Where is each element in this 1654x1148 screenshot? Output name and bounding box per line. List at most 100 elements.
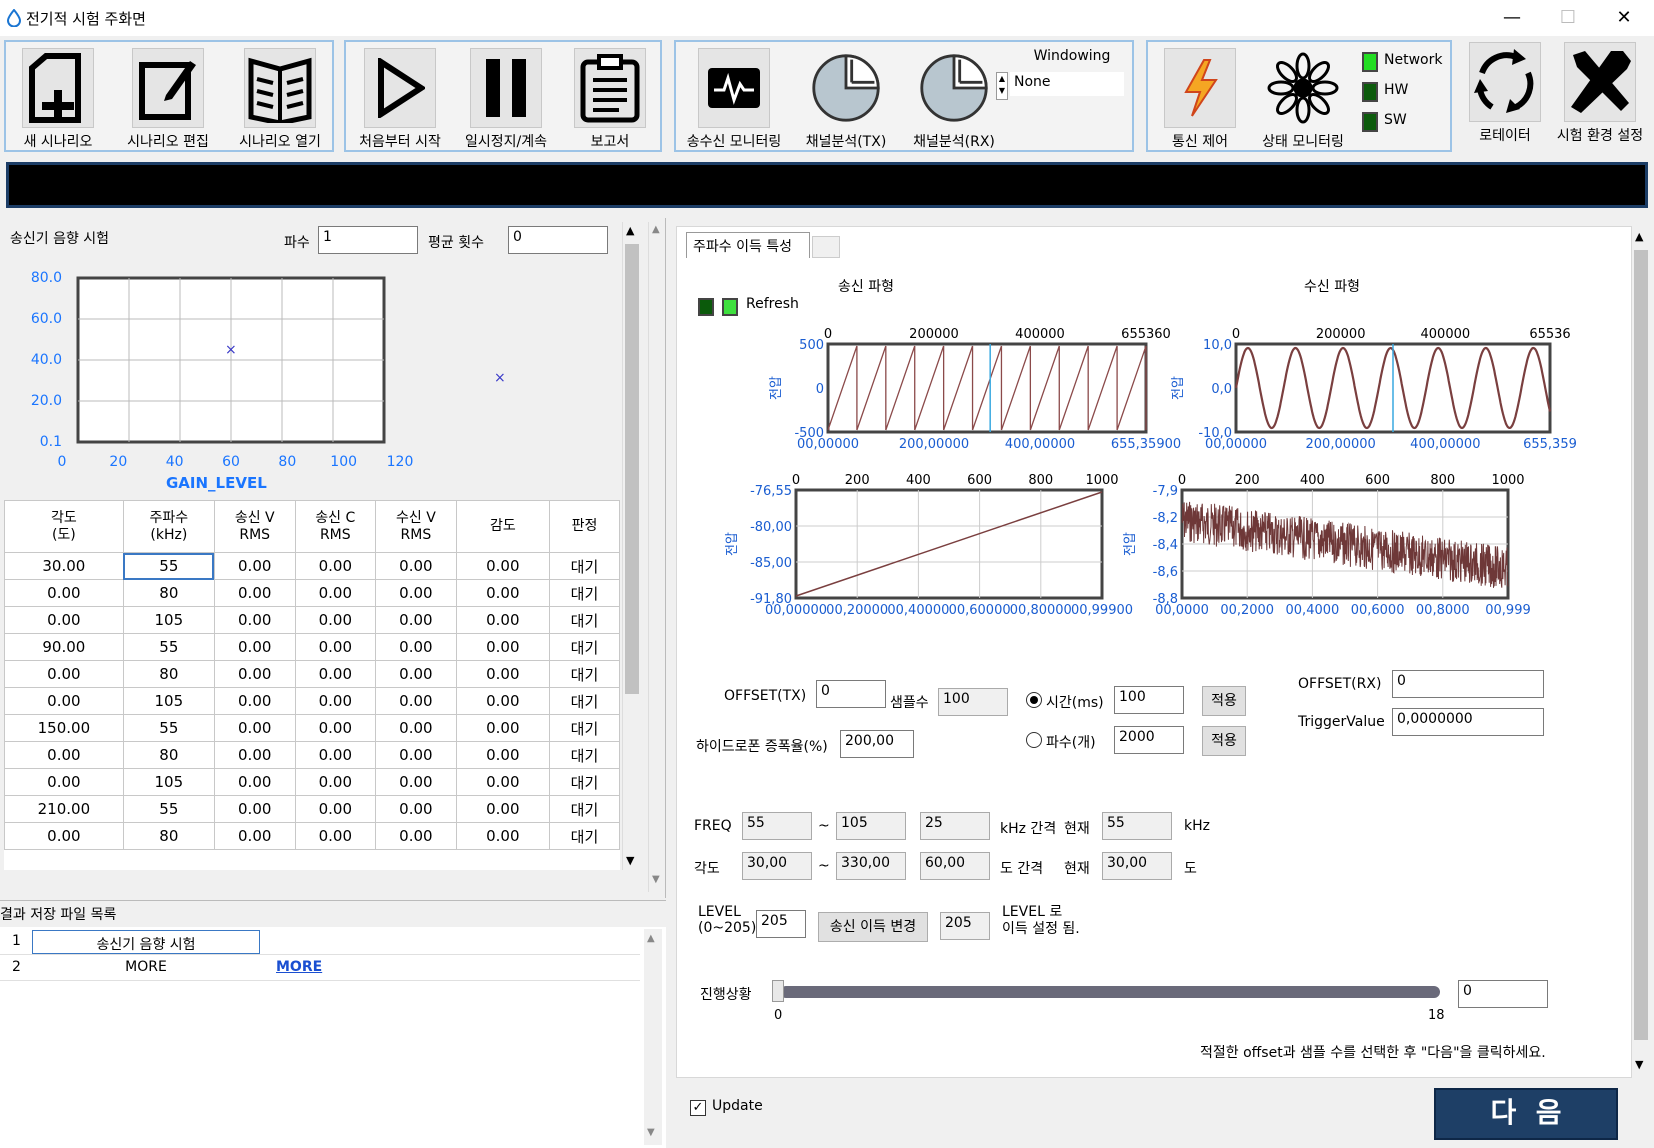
column-header[interactable]: 각도 (도): [4, 500, 124, 553]
tab-spare[interactable]: [812, 236, 840, 258]
table-cell[interactable]: 0.00: [4, 822, 124, 850]
table-cell[interactable]: 0.00: [294, 768, 377, 796]
table-cell[interactable]: 0.00: [375, 660, 457, 688]
table-cell[interactable]: 대기: [548, 822, 620, 850]
table-cell[interactable]: 대기: [548, 660, 620, 688]
table-cell[interactable]: 대기: [548, 741, 620, 769]
table-row[interactable]: 0.00 80 0.00 0.00 0.00 0.00 대기: [4, 741, 620, 769]
minimize-button[interactable]: —: [1492, 4, 1532, 32]
env-setup-button[interactable]: 시험 환경 설정: [1548, 42, 1652, 144]
channel-tx-button[interactable]: 채널분석(TX): [794, 48, 898, 150]
table-row[interactable]: 90.00 55 0.00 0.00 0.00 0.00 대기: [4, 633, 620, 661]
table-cell[interactable]: 105: [122, 606, 215, 634]
file-name[interactable]: 송신기 음향 시험: [32, 930, 260, 954]
scroll-up-icon[interactable]: ▲: [626, 224, 634, 237]
next-button[interactable]: 다 음: [1434, 1088, 1618, 1140]
start-button[interactable]: 처음부터 시작: [350, 48, 450, 150]
table-cell[interactable]: 0.00: [4, 687, 124, 715]
table-row[interactable]: 0.00 105 0.00 0.00 0.00 0.00 대기: [4, 687, 620, 715]
table-cell[interactable]: 0.00: [375, 741, 457, 769]
table-cell[interactable]: 0.00: [455, 687, 550, 715]
freq-to-input[interactable]: 105: [836, 812, 906, 840]
new-scenario-button[interactable]: 새 시나리오: [10, 48, 106, 150]
table-cell[interactable]: 0.00: [213, 741, 296, 769]
table-cell[interactable]: 0.00: [213, 714, 296, 742]
table-cell[interactable]: 80: [122, 579, 215, 607]
table-cell[interactable]: 0.00: [4, 768, 124, 796]
table-cell[interactable]: 0.00: [455, 579, 550, 607]
column-header[interactable]: 판정: [548, 500, 620, 553]
table-cell[interactable]: 0.00: [4, 606, 124, 634]
table-cell[interactable]: 대기: [548, 795, 620, 823]
freq-current-input[interactable]: 55: [1102, 812, 1172, 840]
column-header[interactable]: 송신 C RMS: [294, 500, 377, 553]
column-header[interactable]: 감도: [455, 500, 550, 553]
table-cell[interactable]: 대기: [548, 552, 620, 580]
table-cell[interactable]: 0.00: [455, 660, 550, 688]
table-cell[interactable]: 105: [122, 768, 215, 796]
table-row[interactable]: 0.00 105 0.00 0.00 0.00 0.00 대기: [4, 768, 620, 796]
tab-frequency-gain[interactable]: 주파수 이득 특성: [686, 232, 810, 258]
close-button[interactable]: ✕: [1604, 4, 1644, 32]
angle-step-input[interactable]: 60,00: [920, 852, 990, 880]
update-checkbox[interactable]: ✓: [690, 1100, 706, 1116]
table-cell[interactable]: 55: [122, 714, 215, 742]
offset-tx-input[interactable]: 0: [816, 680, 886, 708]
left-scrollbar[interactable]: ▲ ▼: [622, 222, 640, 870]
table-cell[interactable]: 0.00: [375, 606, 457, 634]
count-radio[interactable]: [1026, 732, 1042, 748]
table-row[interactable]: 150.00 55 0.00 0.00 0.00 0.00 대기: [4, 714, 620, 742]
table-cell[interactable]: 0.00: [294, 552, 377, 580]
table-cell[interactable]: 0.00: [455, 822, 550, 850]
table-cell[interactable]: 80: [122, 822, 215, 850]
table-cell[interactable]: 0.00: [213, 687, 296, 715]
angle-current-input[interactable]: 30,00: [1102, 852, 1172, 880]
time-radio[interactable]: [1026, 692, 1042, 708]
count-input[interactable]: 2000: [1114, 726, 1184, 754]
progress-slider-thumb[interactable]: [772, 980, 784, 1002]
table-cell[interactable]: 80: [122, 741, 215, 769]
table-cell[interactable]: 0.00: [213, 606, 296, 634]
freq-from-input[interactable]: 55: [742, 812, 812, 840]
file-list-scrollbar[interactable]: ▲ ▼: [644, 929, 662, 1145]
table-cell[interactable]: 0.00: [375, 714, 457, 742]
table-cell[interactable]: 0.00: [375, 687, 457, 715]
table-cell[interactable]: 80: [122, 660, 215, 688]
table-row[interactable]: 210.00 55 0.00 0.00 0.00 0.00 대기: [4, 795, 620, 823]
report-button[interactable]: 보고서: [562, 48, 658, 150]
outer-left-scrollbar[interactable]: ▲ ▼: [648, 222, 664, 892]
angle-to-input[interactable]: 330,00: [836, 852, 906, 880]
scroll-down-icon[interactable]: ▼: [626, 854, 634, 867]
table-cell[interactable]: 0.00: [375, 768, 457, 796]
table-cell[interactable]: 210.00: [4, 795, 124, 823]
table-row[interactable]: 0.00 80 0.00 0.00 0.00 0.00 대기: [4, 579, 620, 607]
change-gain-button[interactable]: 송신 이득 변경: [818, 912, 928, 942]
table-cell[interactable]: 0.00: [213, 579, 296, 607]
progress-slider-track[interactable]: [780, 986, 1440, 998]
table-row[interactable]: 0.00 80 0.00 0.00 0.00 0.00 대기: [4, 822, 620, 850]
table-cell[interactable]: 0.00: [455, 768, 550, 796]
angle-from-input[interactable]: 30,00: [742, 852, 812, 880]
table-cell[interactable]: 0.00: [455, 741, 550, 769]
table-cell[interactable]: 0.00: [455, 552, 550, 580]
table-row[interactable]: 0.00 80 0.00 0.00 0.00 0.00 대기: [4, 660, 620, 688]
table-cell[interactable]: 55: [122, 795, 215, 823]
table-cell[interactable]: 0.00: [375, 822, 457, 850]
freq-step-input[interactable]: 25: [920, 812, 990, 840]
table-cell[interactable]: 대기: [548, 687, 620, 715]
table-cell[interactable]: 0.00: [375, 795, 457, 823]
progress-value-input[interactable]: 0: [1458, 980, 1548, 1008]
windowing-spinner[interactable]: ▲ ▼: [996, 72, 1008, 100]
table-cell[interactable]: 30.00: [4, 552, 124, 580]
windowing-select[interactable]: None: [1010, 72, 1124, 96]
apply-count-button[interactable]: 적용: [1202, 726, 1246, 756]
average-count-input[interactable]: 0: [508, 226, 608, 254]
table-cell[interactable]: 0.00: [4, 660, 124, 688]
apply-time-button[interactable]: 적용: [1202, 686, 1246, 716]
table-cell[interactable]: 150.00: [4, 714, 124, 742]
wave-count-input[interactable]: 1: [318, 226, 418, 254]
offset-rx-input[interactable]: 0: [1392, 670, 1544, 698]
table-cell[interactable]: 0.00: [294, 633, 377, 661]
table-row[interactable]: 0.00 105 0.00 0.00 0.00 0.00 대기: [4, 606, 620, 634]
hydrophone-gain-input[interactable]: 200,00: [840, 730, 914, 758]
